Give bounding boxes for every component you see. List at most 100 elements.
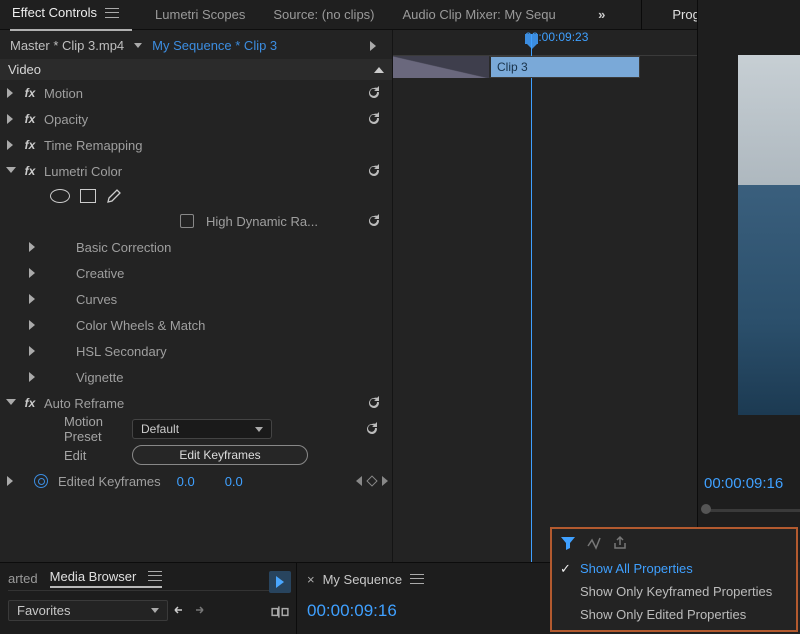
menu-label: Show Only Edited Properties xyxy=(580,607,746,622)
reset-icon[interactable] xyxy=(366,395,382,411)
reset-icon[interactable] xyxy=(364,421,380,437)
nav-forward-icon[interactable] xyxy=(192,604,204,616)
twisty-icon[interactable] xyxy=(6,476,16,486)
reset-icon[interactable] xyxy=(366,111,382,127)
twisty-icon[interactable] xyxy=(28,320,38,330)
sequence-name[interactable]: My Sequence xyxy=(323,572,403,587)
edited-keyframes-row[interactable]: Edited Keyframes 0.0 0.0 xyxy=(0,468,392,494)
share-icon[interactable] xyxy=(612,535,628,551)
keyframe-value-b[interactable]: 0.0 xyxy=(225,474,243,489)
fx-badge-icon[interactable]: fx xyxy=(22,164,38,178)
tab-arted[interactable]: arted xyxy=(8,571,38,586)
tabs-overflow-button[interactable]: » xyxy=(592,7,611,22)
prop-label: Motion xyxy=(44,86,83,101)
tab-lumetri-scopes[interactable]: Lumetri Scopes xyxy=(155,7,245,22)
prop-label: Lumetri Color xyxy=(44,164,122,179)
edit-label: Edit xyxy=(6,448,124,463)
edit-keyframes-button[interactable]: Edit Keyframes xyxy=(132,445,308,465)
twisty-icon[interactable] xyxy=(6,140,16,150)
dropdown-value: Favorites xyxy=(17,603,70,618)
menu-only-keyframed[interactable]: Show Only Keyframed Properties xyxy=(552,580,796,603)
checkbox-hdr[interactable] xyxy=(180,214,194,228)
twisty-icon[interactable] xyxy=(6,114,16,124)
insert-tool-icon[interactable] xyxy=(269,601,291,623)
nav-back-icon[interactable] xyxy=(174,604,186,616)
fx-badge-icon[interactable]: fx xyxy=(22,138,38,152)
menu-only-edited[interactable]: Show Only Edited Properties xyxy=(552,603,796,626)
twisty-icon[interactable] xyxy=(28,346,38,356)
fx-badge-icon[interactable]: fx xyxy=(22,112,38,126)
dropdown-value: Default xyxy=(141,422,179,436)
favorites-dropdown[interactable]: Favorites xyxy=(8,600,168,621)
twisty-icon[interactable] xyxy=(28,242,38,252)
tab-effect-controls[interactable]: Effect Controls xyxy=(12,5,127,24)
program-timecode[interactable]: 00:00:09:16 xyxy=(704,475,783,492)
twisty-icon[interactable] xyxy=(28,294,38,304)
audio-keyframes-icon[interactable] xyxy=(586,535,602,551)
reset-icon[interactable] xyxy=(366,85,382,101)
program-scrub-handle[interactable] xyxy=(701,504,711,514)
next-keyframe-icon[interactable] xyxy=(382,476,388,486)
prop-motion[interactable]: fx Motion xyxy=(0,80,392,106)
reset-icon[interactable] xyxy=(366,163,382,179)
keyframe-value-a[interactable]: 0.0 xyxy=(177,474,195,489)
prop-hsl[interactable]: HSL Secondary xyxy=(0,338,392,364)
chevron-down-icon[interactable] xyxy=(134,43,142,48)
twisty-icon[interactable] xyxy=(28,372,38,382)
playhead-line[interactable] xyxy=(531,34,532,634)
mask-ellipse-icon[interactable] xyxy=(50,189,70,203)
prop-time-remapping[interactable]: fx Time Remapping xyxy=(0,132,392,158)
collapse-up-icon[interactable] xyxy=(374,67,384,73)
panel-menu-icon[interactable] xyxy=(410,574,424,584)
clip-name-bar: Master * Clip 3.mp4 My Sequence * Clip 3 xyxy=(0,30,392,59)
tab-media-browser[interactable]: Media Browser xyxy=(50,569,162,588)
filter-funnel-icon[interactable] xyxy=(560,535,576,551)
preview-sky xyxy=(738,55,800,185)
tab-label: Media Browser xyxy=(50,569,137,584)
panel-menu-icon[interactable] xyxy=(148,571,162,581)
timeline-timecode[interactable]: 00:00:09:16 xyxy=(307,601,540,621)
tab-source[interactable]: Source: (no clips) xyxy=(273,7,374,22)
selection-tool-icon[interactable] xyxy=(269,571,291,593)
bottom-panels: arted Media Browser » Favorites xyxy=(0,562,550,634)
mask-rect-icon[interactable] xyxy=(80,189,96,203)
panel-menu-icon[interactable] xyxy=(105,8,119,18)
program-scrub-track xyxy=(708,509,800,512)
prev-keyframe-icon[interactable] xyxy=(356,476,362,486)
prop-lumetri-color[interactable]: fx Lumetri Color xyxy=(0,158,392,184)
prop-auto-reframe[interactable]: fx Auto Reframe xyxy=(0,390,392,416)
prop-curves[interactable]: Curves xyxy=(0,286,392,312)
clip-prev[interactable] xyxy=(393,56,489,78)
prop-hdr[interactable]: High Dynamic Ra... xyxy=(0,208,392,234)
prop-label: Edited Keyframes xyxy=(58,474,161,489)
fx-badge-icon[interactable]: fx xyxy=(22,396,38,410)
prop-label: Opacity xyxy=(44,112,88,127)
reset-icon[interactable] xyxy=(366,213,382,229)
prop-vignette[interactable]: Vignette xyxy=(0,364,392,390)
twisty-icon[interactable] xyxy=(6,166,16,176)
twisty-icon[interactable] xyxy=(6,88,16,98)
sequence-clip-name[interactable]: My Sequence * Clip 3 xyxy=(152,38,277,53)
mask-pen-icon[interactable] xyxy=(106,188,122,204)
clip-current[interactable]: Clip 3 xyxy=(489,56,640,78)
twisty-icon[interactable] xyxy=(6,398,16,408)
twisty-icon[interactable] xyxy=(28,268,38,278)
lumetri-mask-tools xyxy=(0,184,392,208)
program-monitor[interactable] xyxy=(738,55,800,415)
motion-preset-row: Motion Preset Default xyxy=(0,416,392,442)
video-section-header[interactable]: Video xyxy=(0,59,392,80)
stopwatch-icon[interactable] xyxy=(34,474,48,488)
program-scrubber[interactable] xyxy=(704,506,800,514)
prop-creative[interactable]: Creative xyxy=(0,260,392,286)
add-keyframe-icon[interactable] xyxy=(366,475,377,486)
menu-show-all[interactable]: ✓ Show All Properties xyxy=(552,557,796,580)
prop-basic-correction[interactable]: Basic Correction xyxy=(0,234,392,260)
chevron-down-icon xyxy=(255,427,263,432)
play-icon[interactable] xyxy=(370,41,376,51)
prop-opacity[interactable]: fx Opacity xyxy=(0,106,392,132)
prop-wheels[interactable]: Color Wheels & Match xyxy=(0,312,392,338)
tab-audio-mixer[interactable]: Audio Clip Mixer: My Sequ xyxy=(403,7,556,22)
close-icon[interactable]: × xyxy=(307,572,315,587)
motion-preset-dropdown[interactable]: Default xyxy=(132,419,272,439)
fx-badge-icon[interactable]: fx xyxy=(22,86,38,100)
